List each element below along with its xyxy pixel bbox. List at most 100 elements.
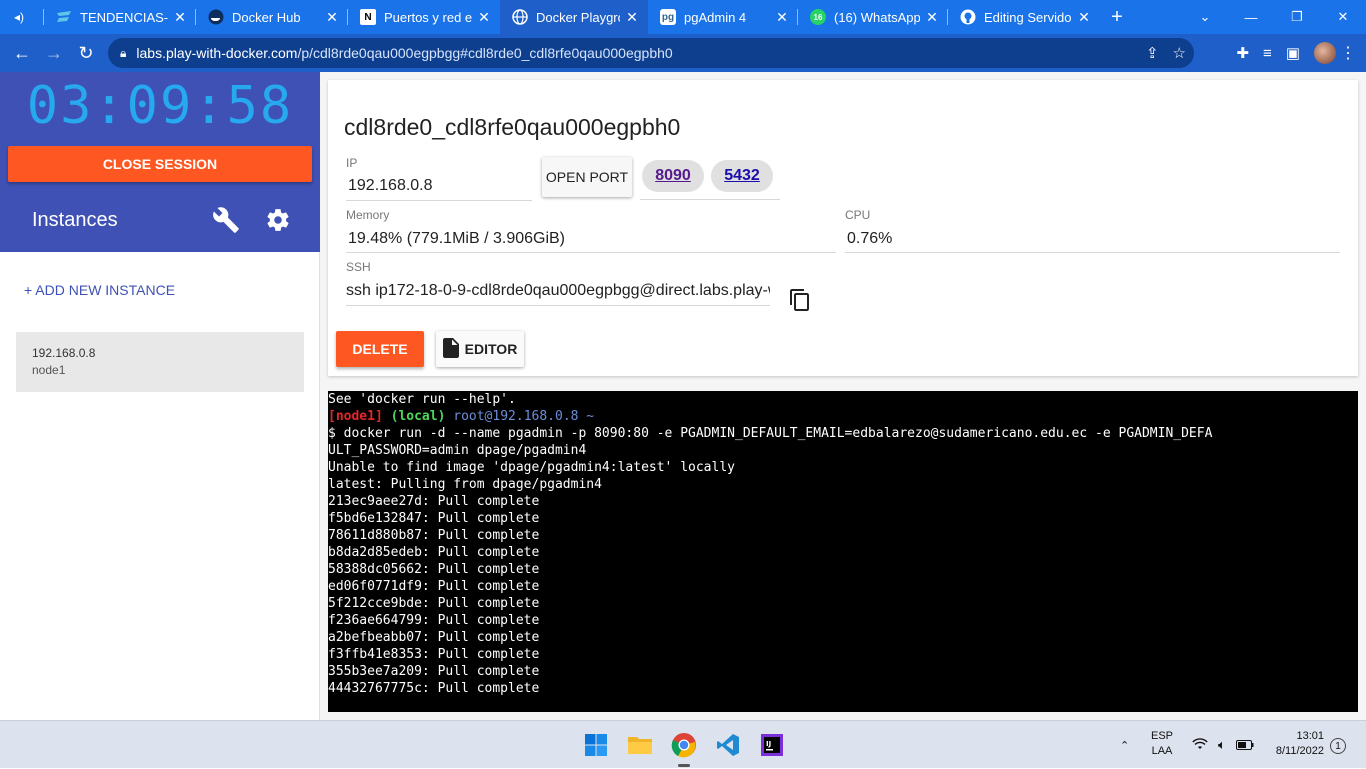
ip-underline: [346, 200, 532, 201]
tab-puertos[interactable]: N Puertos y red en ✕: [348, 0, 500, 34]
address-bar[interactable]: 🔒︎ labs.play-with-docker.com/p/cdl8rde0q…: [108, 38, 1194, 68]
wrench-icon[interactable]: [212, 206, 240, 234]
terminal-line: 58388dc05662: Pull complete: [328, 562, 540, 577]
port-link-5432[interactable]: 5432: [711, 160, 773, 192]
share-icon[interactable]: ⇪: [1146, 44, 1159, 62]
profile-avatar[interactable]: [1314, 42, 1336, 64]
cpu-label: CPU: [845, 208, 871, 222]
terminal-line: a2befbeabb07: Pull complete: [328, 630, 540, 645]
chrome-icon[interactable]: [668, 729, 700, 767]
volume-icon[interactable]: 🔈︎: [1218, 737, 1226, 753]
tab-search-icon[interactable]: ⌄: [1182, 0, 1228, 34]
browser-tab-strip: ◂) TENDENCIAS- 4 ✕ Docker Hub ✕ N Puerto…: [0, 0, 1366, 34]
instance-panel: cdl8rde0_cdl8rfe0qau000egpbh0 IP 192.168…: [328, 80, 1358, 376]
terminal-line: 78611d880b87: Pull complete: [328, 528, 540, 543]
open-port-button[interactable]: OPEN PORT: [542, 157, 632, 197]
tab-docker-hub[interactable]: Docker Hub ✕: [196, 0, 348, 34]
reload-icon[interactable]: ↻: [70, 37, 102, 69]
gear-icon[interactable]: [265, 207, 291, 233]
windows-start-icon[interactable]: [580, 729, 612, 761]
language-indicator[interactable]: ESP LAA: [1146, 729, 1178, 759]
clock-time: 13:01: [1296, 730, 1324, 742]
intellij-icon[interactable]: IJ: [756, 729, 788, 761]
ip-value[interactable]: 192.168.0.8: [348, 177, 433, 195]
system-clock[interactable]: 13:01 8/11/2022: [1266, 729, 1324, 759]
cpu-underline: [845, 252, 1340, 253]
back-icon[interactable]: ←: [6, 37, 38, 69]
terminal-line: 44432767775c: Pull complete: [328, 681, 540, 696]
editor-label: EDITOR: [464, 341, 518, 357]
close-icon[interactable]: ✕: [172, 9, 188, 26]
close-icon[interactable]: ✕: [324, 9, 340, 26]
tab-pgadmin[interactable]: pg pgAdmin 4 ✕: [648, 0, 798, 34]
instances-title: Instances: [32, 209, 118, 231]
memory-value: 19.48% (779.1MiB / 3.906GiB): [348, 230, 566, 247]
close-icon[interactable]: ✕: [1076, 9, 1092, 26]
port-link-8090[interactable]: 8090: [642, 160, 704, 192]
tab-audio-toggle[interactable]: ◂): [0, 0, 44, 34]
session-timer: 03:09:58: [26, 76, 294, 136]
close-icon[interactable]: ✕: [924, 9, 940, 26]
lock-icon[interactable]: 🔒︎: [120, 46, 126, 61]
tab-title: TENDENCIAS- 4: [80, 9, 168, 25]
ssh-value[interactable]: ssh ip172-18-0-9-cdl8rde0qau000egpbgg@di…: [346, 282, 770, 300]
extensions-icon[interactable]: ✚: [1236, 44, 1249, 62]
url-text[interactable]: labs.play-with-docker.com/p/cdl8rde0qau0…: [136, 45, 672, 61]
media-control-icon[interactable]: ≡: [1263, 45, 1272, 62]
prompt-user: root@192.168.0.8 ~: [453, 409, 595, 424]
add-new-instance-button[interactable]: + ADD NEW INSTANCE: [24, 282, 175, 298]
ip-label: IP: [346, 156, 358, 170]
editor-button[interactable]: EDITOR: [436, 331, 524, 367]
prompt-node: [node1]: [328, 409, 383, 424]
taskbar: IJ ⌃ ESP LAA 🔈︎ 13:01 8/11/2022 1: [0, 720, 1366, 768]
terminal-line: b8da2d85edeb: Pull complete: [328, 545, 540, 560]
tab-github[interactable]: Editing Servidor ✕: [948, 0, 1100, 34]
whatsapp-badge: 16: [813, 12, 823, 22]
tray-overflow-icon[interactable]: ⌃: [1120, 721, 1129, 769]
sidebar-header: 03:09:58 CLOSE SESSION Instances: [0, 72, 320, 252]
sidebar: 03:09:58 CLOSE SESSION Instances + ADD N…: [0, 72, 320, 720]
browser-menu-icon[interactable]: ⋮: [1340, 34, 1356, 72]
minimize-icon[interactable]: —: [1228, 0, 1274, 34]
close-icon[interactable]: ✕: [774, 9, 790, 26]
system-tray-icons[interactable]: 🔈︎: [1192, 721, 1254, 769]
close-icon[interactable]: ✕: [624, 9, 640, 26]
terminal-line: 5f212cce9bde: Pull complete: [328, 596, 540, 611]
bookmark-star-icon[interactable]: ☆: [1173, 44, 1186, 62]
slides-icon: [56, 9, 72, 25]
tab-title: Puertos y red en: [384, 9, 472, 25]
delete-button[interactable]: DELETE: [336, 331, 424, 367]
clock-date: 8/11/2022: [1275, 745, 1324, 757]
close-icon[interactable]: ✕: [476, 9, 492, 26]
notion-icon: N: [360, 9, 376, 25]
terminal-line: See 'docker run --help'.: [328, 392, 516, 407]
forward-icon[interactable]: →: [38, 37, 70, 69]
terminal[interactable]: See 'docker run --help'. [node1] (local)…: [328, 391, 1358, 712]
vscode-icon[interactable]: [712, 729, 744, 761]
keyboard-layout: LAA: [1151, 745, 1173, 757]
file-icon: [442, 337, 459, 361]
new-tab-button[interactable]: +: [1100, 0, 1134, 34]
tab-title: Editing Servidor: [984, 9, 1072, 25]
url-path: /p/cdl8rde0qau000egpbgg#cdl8rde0_cdl8rfe…: [297, 45, 673, 61]
battery-icon[interactable]: [1235, 738, 1254, 753]
speaker-icon[interactable]: ◂): [14, 10, 24, 24]
tab-title: (16) WhatsApp: [834, 9, 920, 25]
close-session-button[interactable]: CLOSE SESSION: [8, 146, 312, 182]
file-explorer-icon[interactable]: [624, 729, 656, 761]
instance-list-item[interactable]: 192.168.0.8 node1: [16, 332, 304, 392]
terminal-line: 355b3ee7a209: Pull complete: [328, 664, 540, 679]
language-code: ESP: [1150, 730, 1173, 742]
tab-docker-playground[interactable]: Docker Playgrou ✕: [500, 0, 648, 34]
close-window-icon[interactable]: ✕: [1320, 0, 1366, 34]
copy-icon[interactable]: [788, 288, 812, 312]
instance-node-name: node1: [32, 363, 66, 377]
pgadmin-icon: pg: [660, 9, 676, 25]
wifi-icon[interactable]: [1192, 737, 1208, 754]
tab-whatsapp[interactable]: 16 (16) WhatsApp ✕: [798, 0, 948, 34]
restore-icon[interactable]: ❐: [1274, 0, 1320, 34]
tab-title: Docker Hub: [232, 9, 301, 25]
notification-badge[interactable]: 1: [1330, 738, 1346, 754]
tab-tendencias[interactable]: TENDENCIAS- 4 ✕: [44, 0, 196, 34]
side-panel-icon[interactable]: ▣: [1286, 44, 1300, 62]
